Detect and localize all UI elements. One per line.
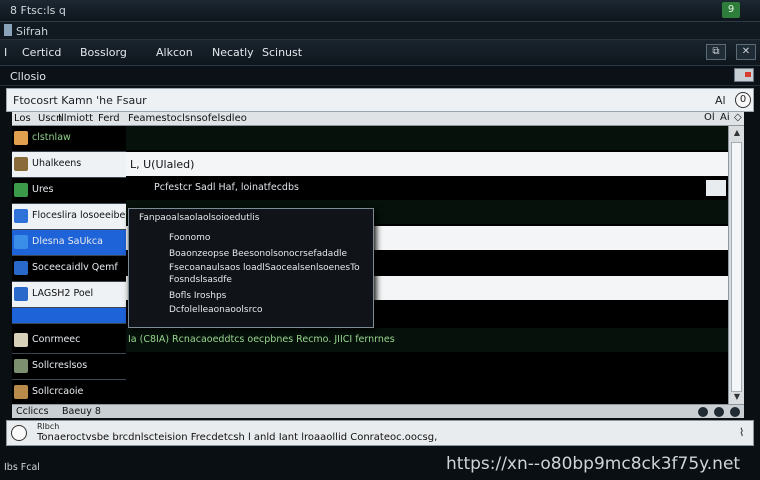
scroll-up-icon[interactable]: ▲ (732, 128, 742, 138)
menu-item-bosslorg[interactable]: Bosslorg (80, 46, 127, 59)
sidebar-item[interactable]: LAGSH2 Poel (12, 282, 126, 308)
list-item[interactable]: L, U(Ulaled) (126, 152, 728, 176)
check-icon (14, 333, 28, 347)
sidebar-item-label: Sollcrcaoie (32, 386, 84, 397)
column-headers: Los Uscn Illmiott Ferd Feamestoclsnsofel… (12, 112, 744, 126)
list-item-text: Pcfestcr Sadl Haf, loinatfecdbs (154, 182, 299, 193)
sidebar-item-label: Soceecaidlv Qemf (32, 262, 118, 273)
sidebar-item[interactable]: Sollcrcaoie (12, 380, 126, 406)
flag-icon[interactable] (734, 68, 754, 82)
status-dot-icon[interactable] (730, 407, 740, 417)
sidebar-item-label: Floceslira losoeeibe (32, 210, 126, 221)
section-header: Cllosio (0, 66, 760, 86)
sidebar-item[interactable]: Floceslira losoeeibe (12, 204, 126, 230)
tooltip-line: Dcfolelleaonaoolsrco (169, 305, 263, 315)
sidebar-item-label: Sollcreslsos (32, 360, 88, 371)
search-option[interactable]: Al (715, 94, 726, 107)
sidebar-item[interactable]: Uhalkeens (12, 152, 126, 178)
tooltip-line: Foonomo (169, 233, 211, 243)
find-label: Rlbch (37, 422, 60, 431)
menu-item-scinust[interactable]: Scinust (262, 46, 302, 59)
column-header[interactable]: Ol (704, 112, 715, 123)
sidebar-item-label: Ures (32, 184, 54, 195)
app-title: Sifrah (16, 25, 49, 38)
sidebar-item[interactable]: Conrmeec (12, 328, 126, 354)
sidebar-item[interactable]: Dlesna SaUkca (12, 230, 126, 256)
find-options-icon[interactable]: ⌇ (739, 426, 744, 439)
list-item[interactable]: Pcfestcr Sadl Haf, loinatfecdbs (126, 176, 728, 200)
status-bar: Ccliccs Baeuy 8 (12, 404, 744, 418)
sidebar-item[interactable] (12, 308, 126, 324)
scroll-thumb[interactable] (731, 142, 742, 392)
window-title: 8 Ftsc:ls q (10, 4, 66, 17)
watermark-url: https://xn--o80bp9mc8ck3f75y.net (446, 454, 741, 474)
taskbar: Ibs Fcal https://xn--o80bp9mc8ck3f75y.ne… (0, 448, 760, 480)
status-right: Baeuy 8 (62, 406, 101, 417)
sidebar-item[interactable]: Soceecaidlv Qemf (12, 256, 126, 282)
taskbar-label[interactable]: Ibs Fcal (4, 462, 40, 473)
status-dot-icon[interactable] (714, 407, 724, 417)
sidebar-item-label: Uhalkeens (32, 158, 82, 169)
list-item-text: Ia (C8IA) Rcnacaoeddtcs oecpbnes Recmo. … (128, 334, 395, 345)
restore-button[interactable]: ⧉ (706, 44, 726, 60)
list-item[interactable]: Ia (C8IA) Rcnacaoeddtcs oecpbnes Recmo. … (126, 328, 728, 352)
window-titlebar: 8 Ftsc:ls q 9 (0, 0, 760, 22)
sidebar-item-label: clstnlaw (32, 132, 71, 143)
sidebar-item[interactable]: Sollcreslsos (12, 354, 126, 380)
user-icon (14, 183, 28, 197)
gear-icon (14, 235, 28, 249)
menu-item-i[interactable]: I (4, 46, 7, 59)
monitor-icon (14, 209, 28, 223)
status-left: Ccliccs (16, 406, 49, 417)
search-input[interactable]: Ftocosrt Kamn 'he Fsaur (13, 94, 147, 107)
sort-icon[interactable]: ◇ (734, 112, 742, 123)
sidebar: clstnlaw Uhalkeens Ures Floceslira losoe… (12, 126, 126, 406)
column-header[interactable]: Los (14, 113, 31, 124)
tooltip-line: Boaonzeopse Beesonolsonocrsefadadle (169, 249, 348, 259)
menubar: I Certicd Bosslorg Alkcon Necatly Scinus… (0, 40, 760, 66)
folder-icon (14, 287, 28, 301)
tooltip-line: Fosndslsasdfe (169, 275, 232, 285)
menu-item-necatly[interactable]: Necatly (212, 46, 254, 59)
menu-item-certicd[interactable]: Certicd (22, 46, 61, 59)
find-icon[interactable] (11, 425, 27, 441)
search-clear-icon[interactable]: 0 (735, 92, 751, 108)
tooltip-popup: Fanpaoalsaolaolsoioedutlis Foonomo Boaon… (128, 208, 374, 328)
menu-item-alkcon[interactable]: Alkcon (156, 46, 193, 59)
app-titlebar: Sifrah (0, 22, 760, 40)
tooltip-line: Fsecoanaulsaos loadlSaocealsenlsoenesTo (169, 263, 360, 273)
column-header[interactable]: Feamestoclsnsofelsdleo (128, 113, 247, 124)
section-title: Cllosio (10, 70, 47, 83)
column-header[interactable]: Ferd (98, 113, 120, 124)
find-input[interactable]: Tonaeroctvsbe brcdnlscteision Frecdetcsh… (37, 432, 437, 443)
doc-icon (14, 359, 28, 373)
app-icon (4, 24, 12, 36)
status-dot-icon[interactable] (698, 407, 708, 417)
sidebar-item-label: LAGSH2 Poel (32, 288, 94, 299)
tooltip-line: Fanpaoalsaolaolsoioedutlis (139, 213, 260, 223)
row-indicator (706, 180, 726, 196)
list-item[interactable] (126, 380, 728, 404)
search-bar[interactable]: Ftocosrt Kamn 'he Fsaur Al 0 (6, 88, 754, 112)
sidebar-item-label: Dlesna SaUkca (32, 236, 103, 247)
list-item[interactable] (126, 354, 728, 378)
find-bar[interactable]: Rlbch Tonaeroctvsbe brcdnlscteision Frec… (6, 420, 754, 446)
app-icon (14, 385, 28, 399)
app-icon (14, 131, 28, 145)
scroll-down-icon[interactable]: ▼ (732, 392, 742, 402)
list-icon (14, 261, 28, 275)
column-header[interactable]: Illmiott (58, 113, 93, 124)
folder-icon (14, 157, 28, 171)
vertical-scrollbar[interactable]: ▲ ▼ (728, 126, 744, 404)
list-item[interactable] (126, 126, 728, 150)
sidebar-item-label: Conrmeec (32, 334, 81, 345)
column-header[interactable]: Ai (720, 112, 730, 123)
list-item-text: L, U(Ulaled) (130, 158, 195, 171)
window-badge[interactable]: 9 (722, 2, 740, 18)
tooltip-line: Bofls Iroshps (169, 291, 227, 301)
sidebar-item[interactable]: Ures (12, 178, 126, 204)
close-button[interactable]: ✕ (736, 44, 756, 60)
sidebar-item[interactable]: clstnlaw (12, 126, 126, 152)
